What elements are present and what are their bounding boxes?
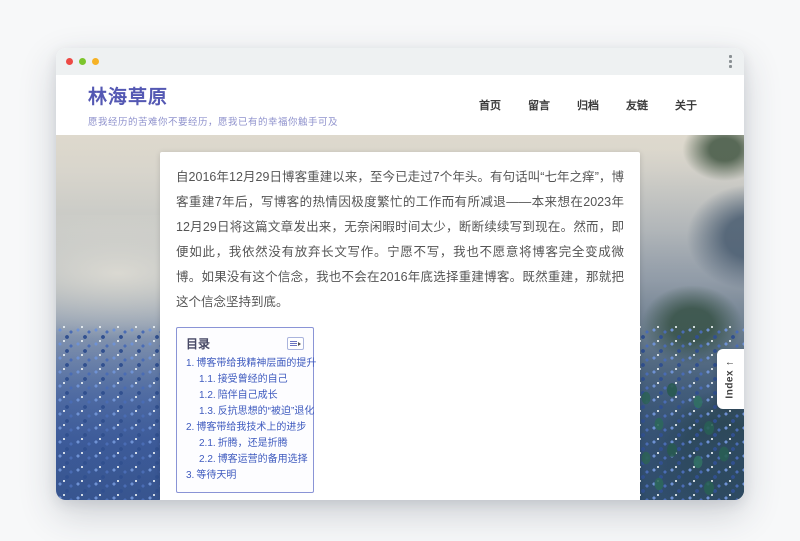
nav-link[interactable]: 归档 — [577, 97, 599, 113]
toc-item: 3.等待天明 — [186, 468, 304, 484]
site-title[interactable]: 林海草原 — [88, 82, 338, 109]
toc-item: 1.博客带给我精神层面的提升 — [186, 356, 304, 372]
toc-link[interactable]: 2.2.博客运营的备用选择 — [199, 454, 308, 465]
kebab-menu-icon[interactable] — [729, 55, 732, 68]
nav-link[interactable]: 友链 — [626, 97, 648, 113]
toc-link[interactable]: 1.博客带给我精神层面的提升 — [186, 358, 316, 369]
index-tab-label: Index — [725, 369, 736, 398]
toc-item: 1.3.反抗思想的“被迫”退化 — [186, 404, 304, 420]
toc-link[interactable]: 2.1.折腾，还是折腾 — [199, 438, 288, 449]
nav-link[interactable]: 关于 — [675, 97, 697, 113]
main-nav: 首页 留言 归档 友链 关于 — [479, 97, 697, 113]
index-back-to-toc-button[interactable]: Index ↑ — [717, 349, 744, 409]
toc-item: 1.2.陪伴自己成长 — [186, 388, 304, 404]
toc-link[interactable]: 1.2.陪伴自己成长 — [199, 390, 278, 401]
maximize-window-icon[interactable] — [92, 58, 99, 65]
arrow-up-icon: ↑ — [725, 360, 736, 366]
article-card: 自2016年12月29日博客重建以来，至今已走过7个年头。有句话叫“七年之痒”，… — [160, 152, 640, 500]
toc-link[interactable]: 3.等待天明 — [186, 470, 236, 481]
site-subtitle: 愿我经历的苦难你不要经历，愿我已有的幸福你触手可及 — [88, 114, 338, 128]
caret-icon — [298, 342, 301, 346]
toc-link[interactable]: 1.1.接受曾经的自己 — [199, 374, 288, 385]
close-window-icon[interactable] — [66, 58, 73, 65]
toc-widget: 目录 1.博客带给我精神层面的提升 1.1.接受曾经的自己 — [176, 327, 314, 493]
toc-list: 1.博客带给我精神层面的提升 1.1.接受曾经的自己 1.2.陪伴自己成长 1.… — [186, 356, 304, 484]
hero-painting: 自2016年12月29日博客重建以来，至今已走过7个年头。有句话叫“七年之痒”，… — [56, 135, 744, 500]
site-branding: 林海草原 愿我经历的苦难你不要经历，愿我已有的幸福你触手可及 — [88, 82, 338, 128]
list-collapse-icon — [290, 341, 297, 346]
window-titlebar[interactable] — [56, 48, 744, 75]
intro-paragraph: 自2016年12月29日博客重建以来，至今已走过7个年头。有句话叫“七年之痒”，… — [176, 165, 624, 315]
toc-link[interactable]: 2.博客带给我技术上的进步 — [186, 422, 306, 433]
toc-link[interactable]: 1.3.反抗思想的“被迫”退化 — [199, 406, 314, 417]
minimize-window-icon[interactable] — [79, 58, 86, 65]
toc-item: 2.1.折腾，还是折腾 — [186, 436, 304, 452]
toc-item: 1.1.接受曾经的自己 — [186, 372, 304, 388]
toc-title: 目录 — [186, 335, 210, 352]
site-header: 林海草原 愿我经历的苦难你不要经历，愿我已有的幸福你触手可及 首页 留言 归档 友链 关… — [56, 75, 744, 135]
nav-link[interactable]: 留言 — [528, 97, 550, 113]
browser-window: 林海草原 愿我经历的苦难你不要经历，愿我已有的幸福你触手可及 首页 留言 归档 友链 关… — [56, 48, 744, 500]
toc-item: 2.博客带给我技术上的进步 — [186, 420, 304, 436]
toc-toggle-button[interactable] — [287, 337, 304, 350]
toc-item: 2.2.博客运营的备用选择 — [186, 452, 304, 468]
nav-link[interactable]: 首页 — [479, 97, 501, 113]
